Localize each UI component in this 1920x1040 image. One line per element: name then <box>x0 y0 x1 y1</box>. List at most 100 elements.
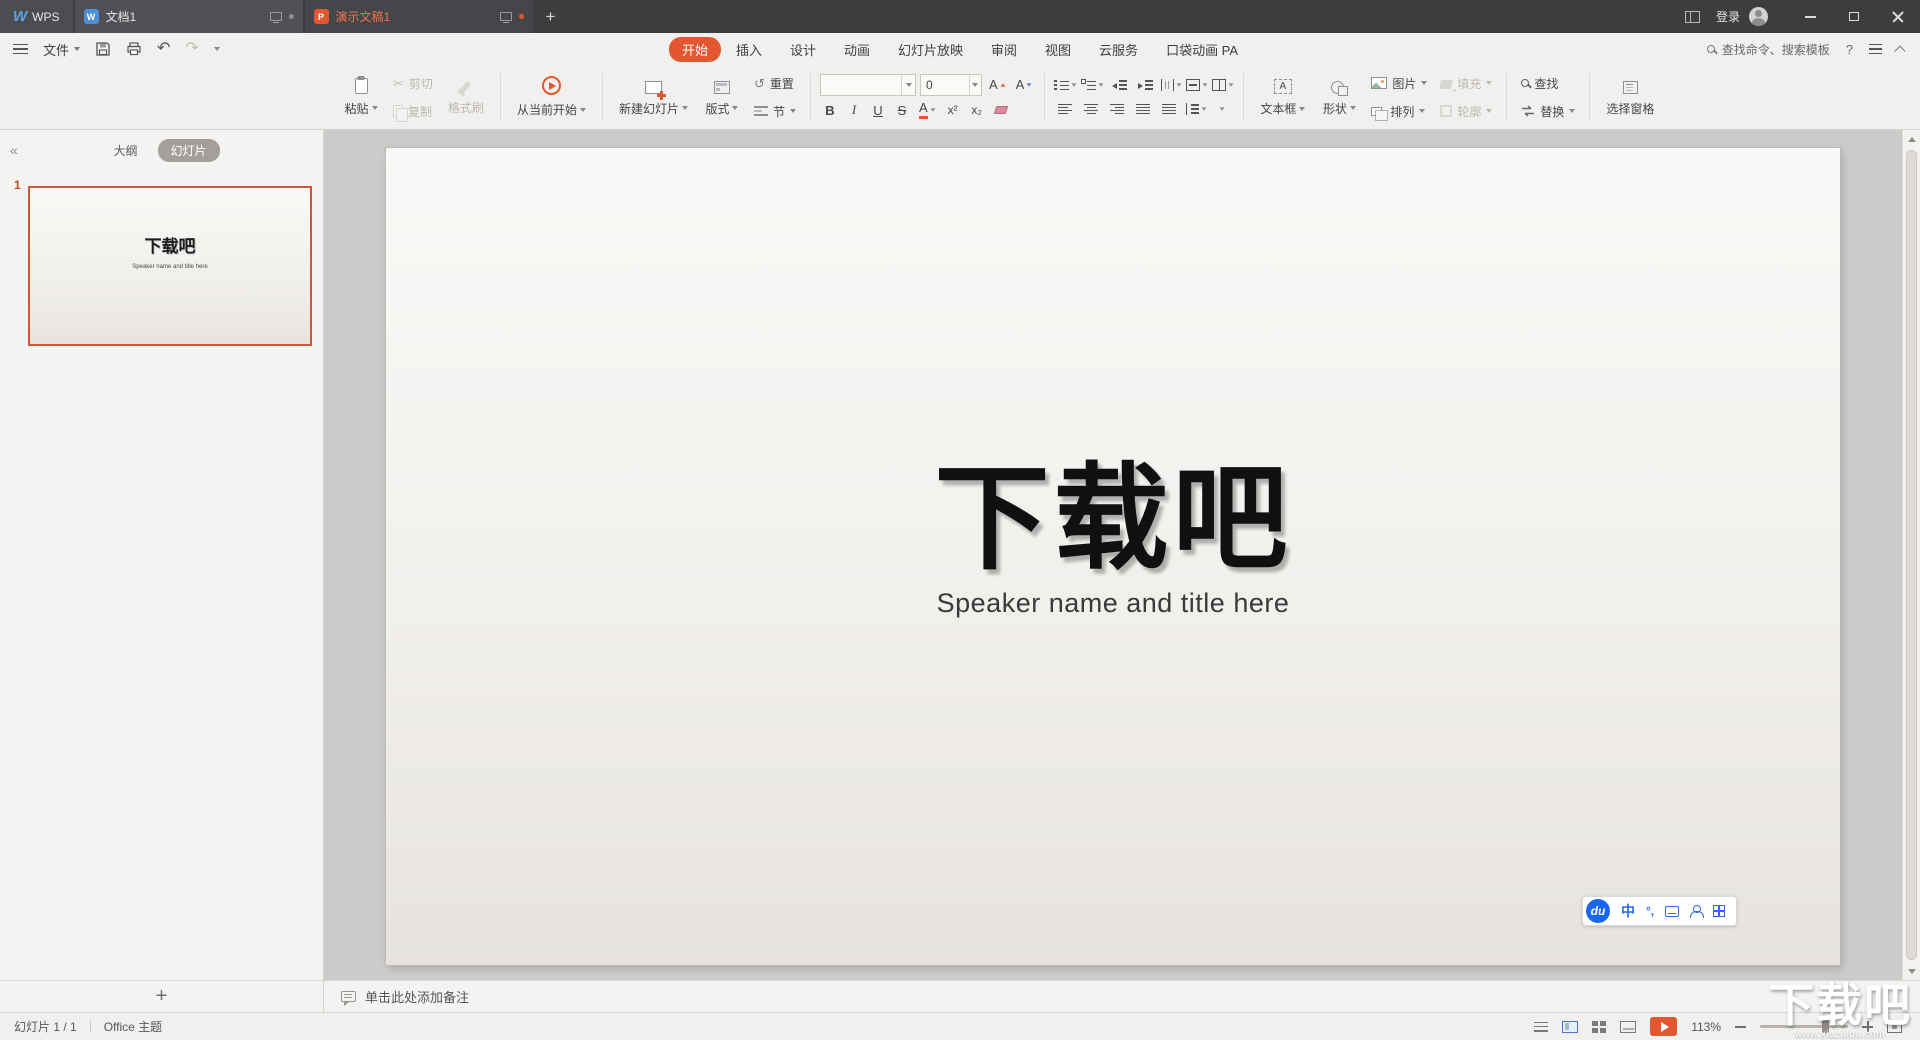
shrink-font-button[interactable]: A <box>1013 74 1036 95</box>
chevron-down-icon[interactable] <box>901 75 915 95</box>
zoom-in-button[interactable] <box>1862 1021 1873 1032</box>
superscript-button[interactable]: x² <box>943 100 963 121</box>
customize-quickbar-icon[interactable] <box>214 47 220 51</box>
ribbon-options-icon[interactable] <box>1869 44 1882 55</box>
align-right-button[interactable] <box>1106 99 1128 119</box>
arrange-button[interactable]: 排列 <box>1366 99 1432 123</box>
justify-button[interactable] <box>1132 99 1154 119</box>
ime-account-icon[interactable] <box>1690 905 1702 918</box>
file-tab-document1[interactable]: W 文档1 <box>75 0 303 33</box>
scrollbar-thumb[interactable] <box>1906 150 1917 960</box>
italic-button[interactable]: I <box>844 100 864 121</box>
scroll-up-button[interactable] <box>1903 130 1920 148</box>
clear-format-button[interactable] <box>991 100 1011 121</box>
file-tab-presentation1[interactable]: P 演示文稿1 <box>305 0 533 33</box>
slide-layout-button[interactable]: 版式 <box>698 68 746 126</box>
scroll-down-button[interactable] <box>1903 962 1920 980</box>
play-from-current-button[interactable]: 从当前开始 <box>510 68 593 126</box>
numbering-button[interactable] <box>1081 75 1104 95</box>
font-color-button[interactable]: A <box>916 100 939 121</box>
cut-button[interactable]: ✂ 剪切 <box>388 71 438 95</box>
print-button[interactable] <box>126 41 142 57</box>
line-spacing-button[interactable] <box>1184 99 1207 119</box>
tab-design[interactable]: 设计 <box>777 37 829 62</box>
minimize-button[interactable] <box>1788 0 1832 33</box>
distribute-button[interactable] <box>1158 99 1180 119</box>
fill-button[interactable]: 填充 <box>1435 71 1497 95</box>
window-layout-icon[interactable] <box>1685 11 1700 23</box>
bold-button[interactable]: B <box>820 100 840 121</box>
notes-toggle-icon[interactable] <box>1534 1022 1548 1032</box>
collapse-ribbon-icon[interactable] <box>1894 45 1905 56</box>
bullets-button[interactable] <box>1054 75 1077 95</box>
section-button[interactable]: 节 <box>749 99 801 123</box>
fit-to-window-button[interactable] <box>1887 1021 1902 1033</box>
command-search[interactable]: 查找命令、搜索模板 <box>1707 41 1830 58</box>
reset-slide-button[interactable]: ↺ 重置 <box>749 71 801 95</box>
slide-page[interactable]: 下载吧 Speaker name and title here <box>386 148 1840 965</box>
tab-home[interactable]: 开始 <box>669 37 721 62</box>
ime-keyboard-icon[interactable] <box>1665 906 1679 917</box>
theme-name[interactable]: Office 主题 <box>104 1018 162 1035</box>
tab-slideshow[interactable]: 幻灯片放映 <box>885 37 976 62</box>
zoom-slider[interactable] <box>1760 1025 1848 1028</box>
file-menu-button[interactable]: 文件 <box>43 40 80 59</box>
font-name-input[interactable] <box>821 78 901 92</box>
grow-font-button[interactable]: A <box>986 74 1009 95</box>
collapse-panel-button[interactable]: « <box>10 142 18 158</box>
tab-pocket-animation[interactable]: 口袋动画 PA <box>1153 37 1251 62</box>
font-size-input[interactable] <box>921 78 969 92</box>
selection-pane-button[interactable]: 选择窗格 <box>1599 68 1661 126</box>
align-center-button[interactable] <box>1080 99 1102 119</box>
decrease-indent-button[interactable] <box>1108 75 1130 95</box>
slide-subtitle[interactable]: Speaker name and title here <box>386 588 1840 619</box>
tab-view[interactable]: 视图 <box>1032 37 1084 62</box>
slideshow-play-button[interactable] <box>1650 1017 1677 1036</box>
tab-insert[interactable]: 插入 <box>723 37 775 62</box>
format-painter-button[interactable]: 格式刷 <box>441 68 491 126</box>
slide-thumbnail-1[interactable]: 下载吧 Speaker name and title here <box>28 186 312 346</box>
undo-button[interactable]: ↶ <box>157 41 170 57</box>
columns-button[interactable] <box>1212 75 1234 95</box>
tab-slides[interactable]: 幻灯片 <box>158 139 220 162</box>
align-left-button[interactable] <box>1054 99 1076 119</box>
strikethrough-button[interactable]: S <box>892 100 912 121</box>
baidu-ime-logo[interactable]: du <box>1586 899 1610 923</box>
add-slide-button[interactable]: + <box>0 980 323 1012</box>
redo-button[interactable]: ↷ <box>185 41 198 57</box>
normal-view-button[interactable] <box>1562 1021 1578 1033</box>
tab-cloud[interactable]: 云服务 <box>1086 37 1151 62</box>
tab-animation[interactable]: 动画 <box>831 37 883 62</box>
new-slide-button[interactable]: 新建幻灯片 <box>612 68 695 126</box>
zoom-slider-thumb[interactable] <box>1822 1020 1829 1033</box>
reading-view-button[interactable] <box>1620 1021 1636 1033</box>
zoom-out-button[interactable] <box>1735 1026 1746 1028</box>
new-tab-button[interactable]: + <box>533 0 569 33</box>
textbox-button[interactable]: A 文本框 <box>1253 68 1312 126</box>
avatar[interactable] <box>1749 7 1768 26</box>
hamburger-menu-icon[interactable] <box>13 44 28 55</box>
help-button[interactable]: ? <box>1846 42 1853 57</box>
outline-button[interactable]: 轮廓 <box>1435 99 1497 123</box>
ime-punctuation-toggle[interactable]: °, <box>1646 904 1654 918</box>
login-button[interactable]: 登录 <box>1716 8 1740 25</box>
save-button[interactable] <box>95 41 111 57</box>
increase-indent-button[interactable] <box>1134 75 1156 95</box>
find-button[interactable]: 查找 <box>1516 71 1580 95</box>
picture-button[interactable]: 图片 <box>1366 71 1432 95</box>
paste-button[interactable]: 粘贴 <box>337 68 385 126</box>
shapes-button[interactable]: 形状 <box>1315 68 1363 126</box>
tab-outline[interactable]: 大纲 <box>103 139 147 162</box>
wps-home-button[interactable]: W WPS <box>0 0 73 33</box>
zoom-level[interactable]: 113% <box>1691 1020 1721 1034</box>
font-name-select[interactable] <box>820 74 916 96</box>
underline-button[interactable]: U <box>868 100 888 121</box>
font-size-select[interactable] <box>920 74 982 96</box>
subscript-button[interactable]: x₂ <box>967 100 987 121</box>
notes-bar[interactable]: 单击此处添加备注 <box>324 980 1920 1012</box>
replace-button[interactable]: 替换 <box>1516 99 1580 123</box>
copy-button[interactable]: 复制 <box>388 99 438 123</box>
slide-sorter-view-button[interactable] <box>1592 1021 1606 1033</box>
ime-menu-grid-icon[interactable] <box>1713 905 1725 917</box>
close-button[interactable] <box>1876 0 1920 33</box>
